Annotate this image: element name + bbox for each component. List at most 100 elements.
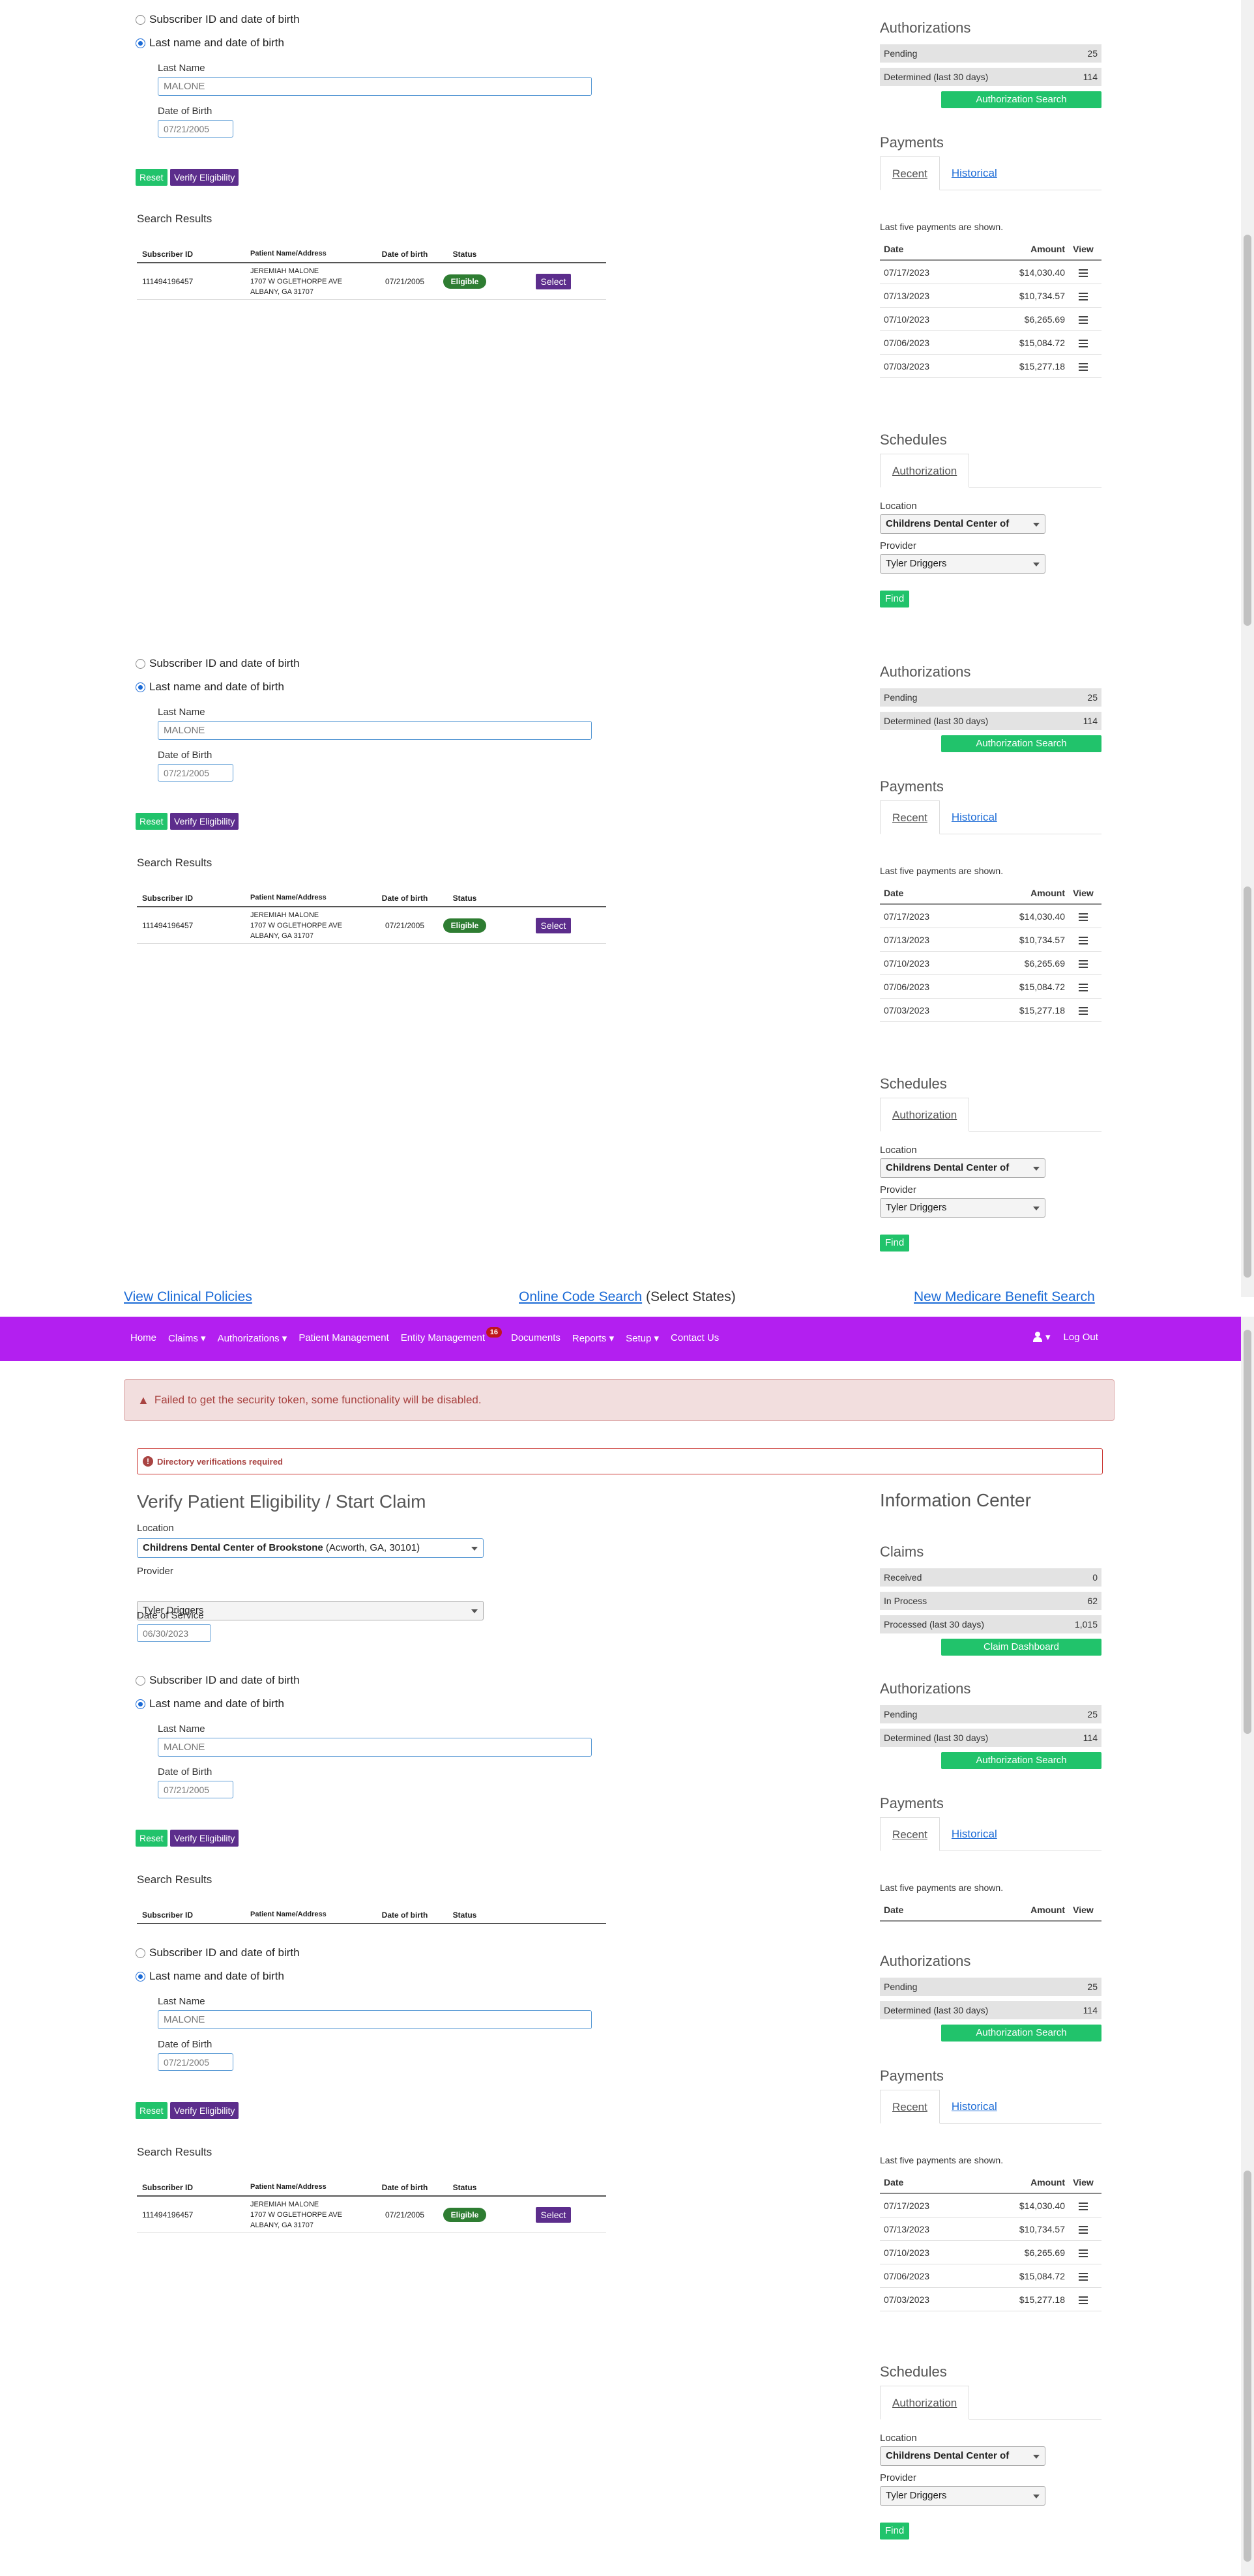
nav-claims[interactable]: Claims ▾ [168, 1332, 206, 1344]
tab-recent[interactable]: Recent [880, 2090, 940, 2124]
dob-input[interactable]: 07/21/2005 [158, 1781, 233, 1798]
verify-eligibility-button[interactable]: Verify Eligibility [170, 813, 239, 830]
nav-entity-management[interactable]: Entity Management 16 [401, 1327, 502, 1344]
select-button[interactable]: Select [535, 273, 572, 289]
search-option-subscriber[interactable]: Subscriber ID and date of birth [136, 1674, 300, 1687]
scrollbar-thumb[interactable] [1244, 1330, 1251, 1734]
list-icon[interactable] [1079, 362, 1088, 371]
tab-recent[interactable]: Recent [880, 800, 940, 834]
tab-historical[interactable]: Historical [940, 800, 1009, 834]
provider-select[interactable]: Tyler Driggers [880, 554, 1045, 574]
list-icon[interactable] [1079, 936, 1088, 944]
dos-input[interactable]: 06/30/2023 [137, 1624, 211, 1642]
radio-subscriber[interactable] [136, 14, 145, 25]
list-icon[interactable] [1079, 2202, 1088, 2210]
list-icon[interactable] [1079, 2272, 1088, 2281]
verify-eligibility-button[interactable]: Verify Eligibility [170, 1830, 239, 1847]
location-select[interactable]: Childrens Dental Center of [880, 1158, 1045, 1178]
find-button[interactable]: Find [880, 591, 910, 607]
online-code-search-link[interactable]: Online Code Search [519, 1289, 642, 1304]
tab-authorization[interactable]: Authorization [880, 1098, 970, 1132]
authorization-search-button[interactable]: Authorization Search [941, 2025, 1101, 2042]
user-icon[interactable] [1032, 1332, 1043, 1342]
verify-eligibility-button[interactable]: Verify Eligibility [170, 169, 239, 186]
radio-lastname[interactable] [136, 1971, 145, 1982]
select-button[interactable]: Select [535, 917, 572, 933]
dob-input[interactable]: 07/21/2005 [158, 2053, 233, 2071]
tab-authorization[interactable]: Authorization [880, 2386, 970, 2420]
dob-input[interactable]: 07/21/2005 [158, 764, 233, 782]
logout-link[interactable]: Log Out [1064, 1332, 1098, 1343]
scrollbar-thumb[interactable] [1244, 886, 1251, 1278]
list-icon[interactable] [1079, 959, 1088, 968]
nav-documents[interactable]: Documents [511, 1332, 561, 1344]
table-row: 111494196457 JEREMIAH MALONE 1707 W OGLE… [137, 2197, 606, 2233]
radio-lastname[interactable] [136, 682, 145, 692]
find-button[interactable]: Find [880, 1235, 910, 1251]
location-select[interactable]: Childrens Dental Center of [880, 514, 1045, 534]
reset-button[interactable]: Reset [136, 1830, 168, 1847]
nav-home[interactable]: Home [130, 1332, 156, 1344]
radio-lastname[interactable] [136, 38, 145, 48]
authorization-search-button[interactable]: Authorization Search [941, 1752, 1101, 1769]
list-icon[interactable] [1079, 315, 1088, 324]
search-option-lastname[interactable]: Last name and date of birth [136, 1970, 284, 1983]
scrollbar-4[interactable] [1241, 1929, 1254, 2576]
radio-lastname[interactable] [136, 1699, 145, 1709]
tab-authorization[interactable]: Authorization [880, 454, 970, 488]
nav-patient-management[interactable]: Patient Management [299, 1332, 388, 1344]
list-icon[interactable] [1079, 2296, 1088, 2304]
radio-subscriber[interactable] [136, 1948, 145, 1958]
provider-select[interactable]: Tyler Driggers [880, 2486, 1045, 2506]
reset-button[interactable]: Reset [136, 813, 168, 830]
search-option-subscriber[interactable]: Subscriber ID and date of birth [136, 13, 300, 26]
scrollbar-thumb[interactable] [1244, 235, 1251, 626]
nav-contact-us[interactable]: Contact Us [671, 1332, 719, 1344]
search-option-subscriber[interactable]: Subscriber ID and date of birth [136, 657, 300, 670]
list-icon[interactable] [1079, 269, 1088, 277]
claim-dashboard-button[interactable]: Claim Dashboard [941, 1639, 1101, 1656]
tab-historical[interactable]: Historical [940, 2090, 1009, 2123]
medicare-benefit-search-link[interactable]: New Medicare Benefit Search [914, 1289, 1095, 1305]
list-icon[interactable] [1079, 1006, 1088, 1015]
tab-recent[interactable]: Recent [880, 156, 940, 190]
nav-reports[interactable]: Reports ▾ [572, 1332, 614, 1344]
last-name-input[interactable]: MALONE [158, 1738, 592, 1757]
scrollbar-1[interactable] [1241, 0, 1254, 645]
search-option-subscriber[interactable]: Subscriber ID and date of birth [136, 1946, 300, 1959]
search-option-lastname[interactable]: Last name and date of birth [136, 1697, 284, 1710]
scrollbar-thumb[interactable] [1244, 2171, 1251, 2562]
scrollbar-3[interactable] [1241, 1317, 1254, 1929]
radio-subscriber[interactable] [136, 658, 145, 669]
dob-input[interactable]: 07/21/2005 [158, 120, 233, 138]
reset-button[interactable]: Reset [136, 2102, 168, 2119]
last-name-input[interactable]: MALONE [158, 721, 592, 740]
scrollbar-2[interactable] [1241, 645, 1254, 1297]
list-icon[interactable] [1079, 292, 1088, 300]
view-clinical-policies-link[interactable]: View Clinical Policies [124, 1289, 252, 1305]
authorization-search-button[interactable]: Authorization Search [941, 91, 1101, 108]
nav-authorizations[interactable]: Authorizations ▾ [218, 1332, 287, 1344]
location-select[interactable]: Childrens Dental Center of [880, 2446, 1045, 2466]
last-name-input[interactable]: MALONE [158, 2010, 592, 2029]
verify-eligibility-button[interactable]: Verify Eligibility [170, 2102, 239, 2119]
last-name-input[interactable]: MALONE [158, 77, 592, 96]
reset-button[interactable]: Reset [136, 169, 168, 186]
tab-historical[interactable]: Historical [940, 156, 1009, 190]
provider-select[interactable]: Tyler Driggers [880, 1198, 1045, 1218]
search-option-lastname[interactable]: Last name and date of birth [136, 681, 284, 694]
list-icon[interactable] [1079, 913, 1088, 921]
authorization-search-button[interactable]: Authorization Search [941, 735, 1101, 752]
nav-setup[interactable]: Setup ▾ [626, 1332, 659, 1344]
list-icon[interactable] [1079, 983, 1088, 991]
tab-recent[interactable]: Recent [880, 1817, 940, 1851]
main-location-select[interactable]: Childrens Dental Center of Brookstone (A… [137, 1538, 484, 1558]
radio-subscriber[interactable] [136, 1675, 145, 1686]
search-option-lastname[interactable]: Last name and date of birth [136, 37, 284, 50]
select-button[interactable]: Select [535, 2206, 572, 2223]
list-icon[interactable] [1079, 339, 1088, 347]
list-icon[interactable] [1079, 2249, 1088, 2257]
tab-historical[interactable]: Historical [940, 1817, 1009, 1851]
list-icon[interactable] [1079, 2225, 1088, 2234]
find-button[interactable]: Find [880, 2523, 910, 2539]
